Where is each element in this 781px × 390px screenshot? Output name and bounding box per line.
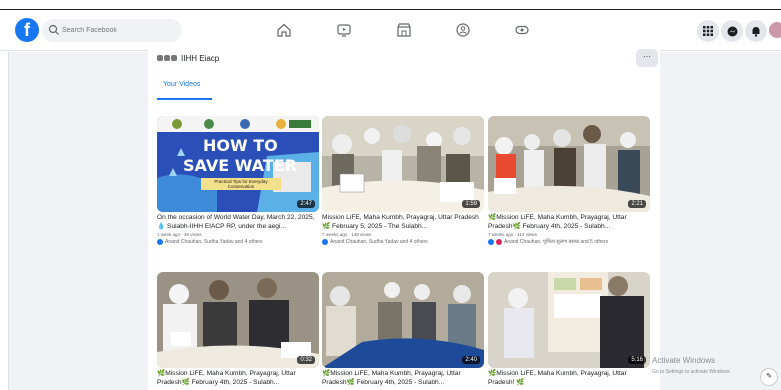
video-meta: 7 weeks ago · 113 views — [488, 232, 537, 237]
crowd-photo-image — [322, 116, 484, 212]
exhibition-photo-image — [488, 272, 650, 368]
collaborator-icon — [157, 239, 163, 245]
video-card[interactable]: 2:40 🌿Mission LiFE, Maha Kumbh, Prayagra… — [322, 272, 484, 387]
search-input[interactable] — [62, 22, 174, 39]
video-thumbnail[interactable]: 0:32 — [157, 272, 319, 368]
activate-windows-subtext: Go to Settings to activate Windows. — [652, 369, 731, 375]
notifications-icon[interactable] — [745, 20, 767, 42]
video-title[interactable]: On the occasion of World Water Day, Marc… — [157, 213, 319, 231]
event-photo-image — [157, 272, 319, 368]
activate-windows-watermark: Activate Windows — [652, 356, 716, 365]
page-logos-icon — [157, 55, 177, 61]
video-authors: Anand Chauhan, Sudha Yadav and 4 others — [157, 239, 319, 245]
avatar[interactable] — [769, 22, 781, 38]
video-title[interactable]: 🌿Mission LiFE, Maha Kumbh, Prayagraj, Ut… — [488, 213, 650, 231]
collaborator-icon — [496, 239, 502, 245]
tab-your-videos[interactable]: Your Videos — [157, 78, 212, 100]
marketplace-icon[interactable] — [396, 22, 412, 38]
authors-text: Anand Chauhan, पूजिता सुलंगा प्रसान्न an… — [504, 239, 609, 245]
thumbnail-subtitle: Practical Tips for Everyday Conservation — [201, 178, 281, 190]
video-authors: Anand Chauhan, Sudha Yadav and 4 others — [322, 239, 484, 245]
more-options-button[interactable]: ··· — [636, 49, 658, 67]
search-box[interactable] — [42, 19, 182, 42]
video-icon[interactable] — [336, 22, 352, 38]
video-duration: 5:16 — [628, 356, 646, 364]
gaming-icon[interactable] — [514, 22, 530, 38]
video-title[interactable]: 🌿Mission LiFE, Maha Kumbh, Prayagraj, Ut… — [157, 369, 319, 387]
thumbnail-title: HOW TO — [203, 136, 278, 155]
video-title[interactable]: 🌿Mission LiFE, Maha Kumbh, Prayagraj, Ut… — [322, 369, 484, 387]
left-panel-edge — [0, 52, 9, 390]
group-photo-image — [488, 116, 650, 212]
edit-icon[interactable]: ✎ — [760, 368, 778, 386]
video-duration: 2:21 — [628, 200, 646, 208]
video-title[interactable]: 🌿Mission LiFE, Maha Kumbh, Prayagraj, Ut… — [488, 369, 650, 387]
crowd-photo-image — [322, 272, 484, 368]
groups-icon[interactable] — [455, 22, 471, 38]
page-name[interactable]: IIHH Eiacp — [181, 54, 219, 63]
page-name-row[interactable]: IIHH Eiacp — [157, 51, 219, 65]
video-thumbnail[interactable]: 2:21 — [488, 116, 650, 212]
video-thumbnail[interactable]: 2:40 — [322, 272, 484, 368]
collaborator-icon — [488, 239, 494, 245]
thumbnail-title-2: SAVE WATER — [183, 156, 297, 175]
authors-text: Anand Chauhan, Sudha Yadav and 4 others — [165, 239, 263, 245]
video-duration: 2:40 — [462, 356, 480, 364]
page-header-card — [148, 44, 660, 104]
messenger-icon[interactable] — [721, 20, 743, 42]
video-title[interactable]: Mission LiFE, Maha Kumbh, Prayagraj, Utt… — [322, 213, 484, 231]
video-authors: Anand Chauhan, पूजिता सुलंगा प्रसान्न an… — [488, 239, 650, 245]
video-thumbnail[interactable]: HOW TO SAVE WATER Practical Tips for Eve… — [157, 116, 319, 212]
authors-text: Anand Chauhan, Sudha Yadav and 4 others — [330, 239, 428, 245]
menu-grid-icon[interactable] — [697, 20, 719, 42]
video-meta: 7 weeks ago · 148 views — [322, 232, 372, 237]
collaborator-icon — [322, 239, 328, 245]
video-card[interactable]: 1:59 Mission LiFE, Maha Kumbh, Prayagraj… — [322, 116, 484, 245]
facebook-logo[interactable]: f — [15, 18, 39, 42]
search-icon — [48, 24, 59, 35]
video-card[interactable]: 2:21 🌿Mission LiFE, Maha Kumbh, Prayagra… — [488, 116, 650, 245]
video-card[interactable]: HOW TO SAVE WATER Practical Tips for Eve… — [157, 116, 319, 245]
home-icon[interactable] — [276, 22, 292, 38]
video-duration: 0:32 — [297, 356, 315, 364]
video-duration: 1:59 — [462, 200, 480, 208]
video-thumbnail[interactable]: 5:16 — [488, 272, 650, 368]
video-duration: 2:47 — [297, 200, 315, 208]
video-card[interactable]: 0:32 🌿Mission LiFE, Maha Kumbh, Prayagra… — [157, 272, 319, 387]
video-thumbnail[interactable]: 1:59 — [322, 116, 484, 212]
video-card[interactable]: 5:16 🌿Mission LiFE, Maha Kumbh, Prayagra… — [488, 272, 650, 387]
video-meta: 1 week ago · 36 views — [157, 232, 202, 237]
window-top-frame — [0, 0, 781, 10]
